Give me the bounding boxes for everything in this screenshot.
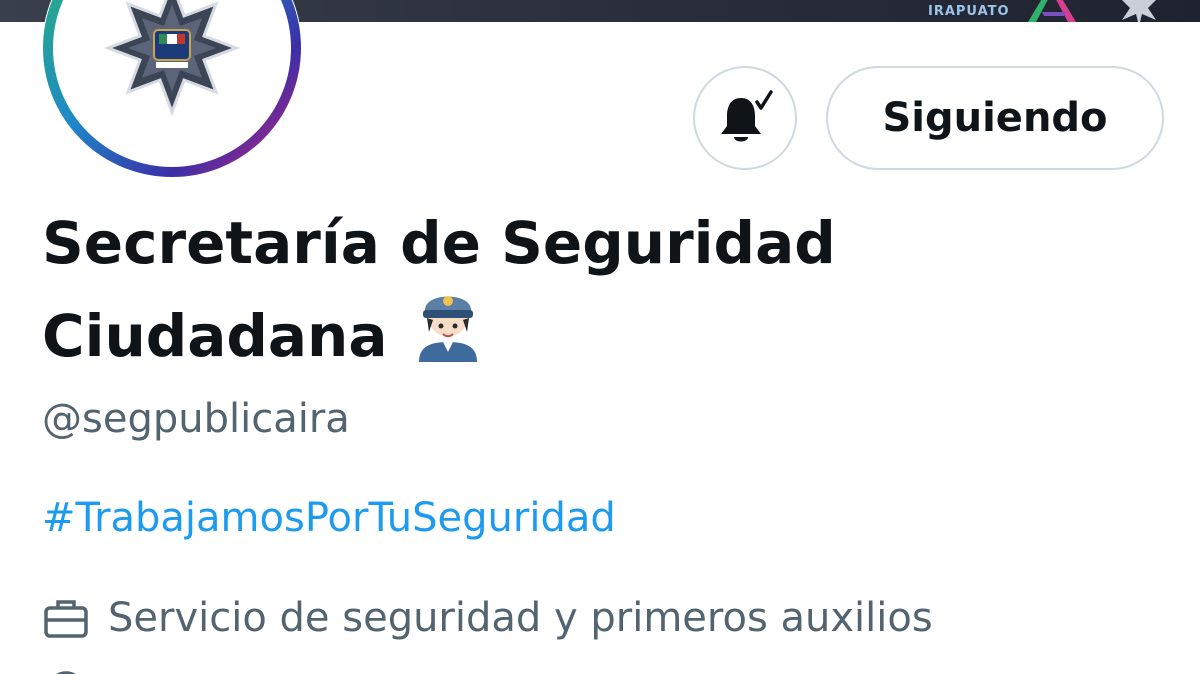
- display-name-line-1: Secretaría de Seguridad: [42, 209, 836, 277]
- category-text: Servicio de seguridad y primeros auxilio…: [108, 595, 933, 641]
- bio-hashtag-link[interactable]: #TrabajamosPorTuSeguridad: [42, 495, 616, 541]
- location-icon: [57, 671, 75, 674]
- police-badge-icon: [104, 0, 240, 116]
- profile-avatar[interactable]: [42, 0, 302, 178]
- police-officer-emoji-icon: [419, 296, 478, 362]
- profile-handle: @segpublicaira: [42, 396, 350, 442]
- profile-page: IRAPUATO Siguiendo Secretaría de Segurid…: [0, 0, 1200, 674]
- display-name-line-2-row: Ciudadana: [42, 284, 922, 377]
- banner-logo-mark: [1028, 0, 1076, 22]
- notifications-button[interactable]: [693, 66, 797, 170]
- briefcase-icon: [44, 600, 88, 638]
- following-button[interactable]: Siguiendo: [826, 66, 1164, 170]
- banner-logo-irapuato: IRAPUATO: [928, 4, 1010, 19]
- bell-check-icon: [721, 90, 773, 142]
- profile-category: Servicio de seguridad y primeros auxilio…: [42, 594, 933, 642]
- banner-badge-icon: [1122, 0, 1156, 22]
- display-name-line-2: Ciudadana: [42, 302, 388, 370]
- profile-display-name: Secretaría de Seguridad Ciudadana: [42, 202, 922, 377]
